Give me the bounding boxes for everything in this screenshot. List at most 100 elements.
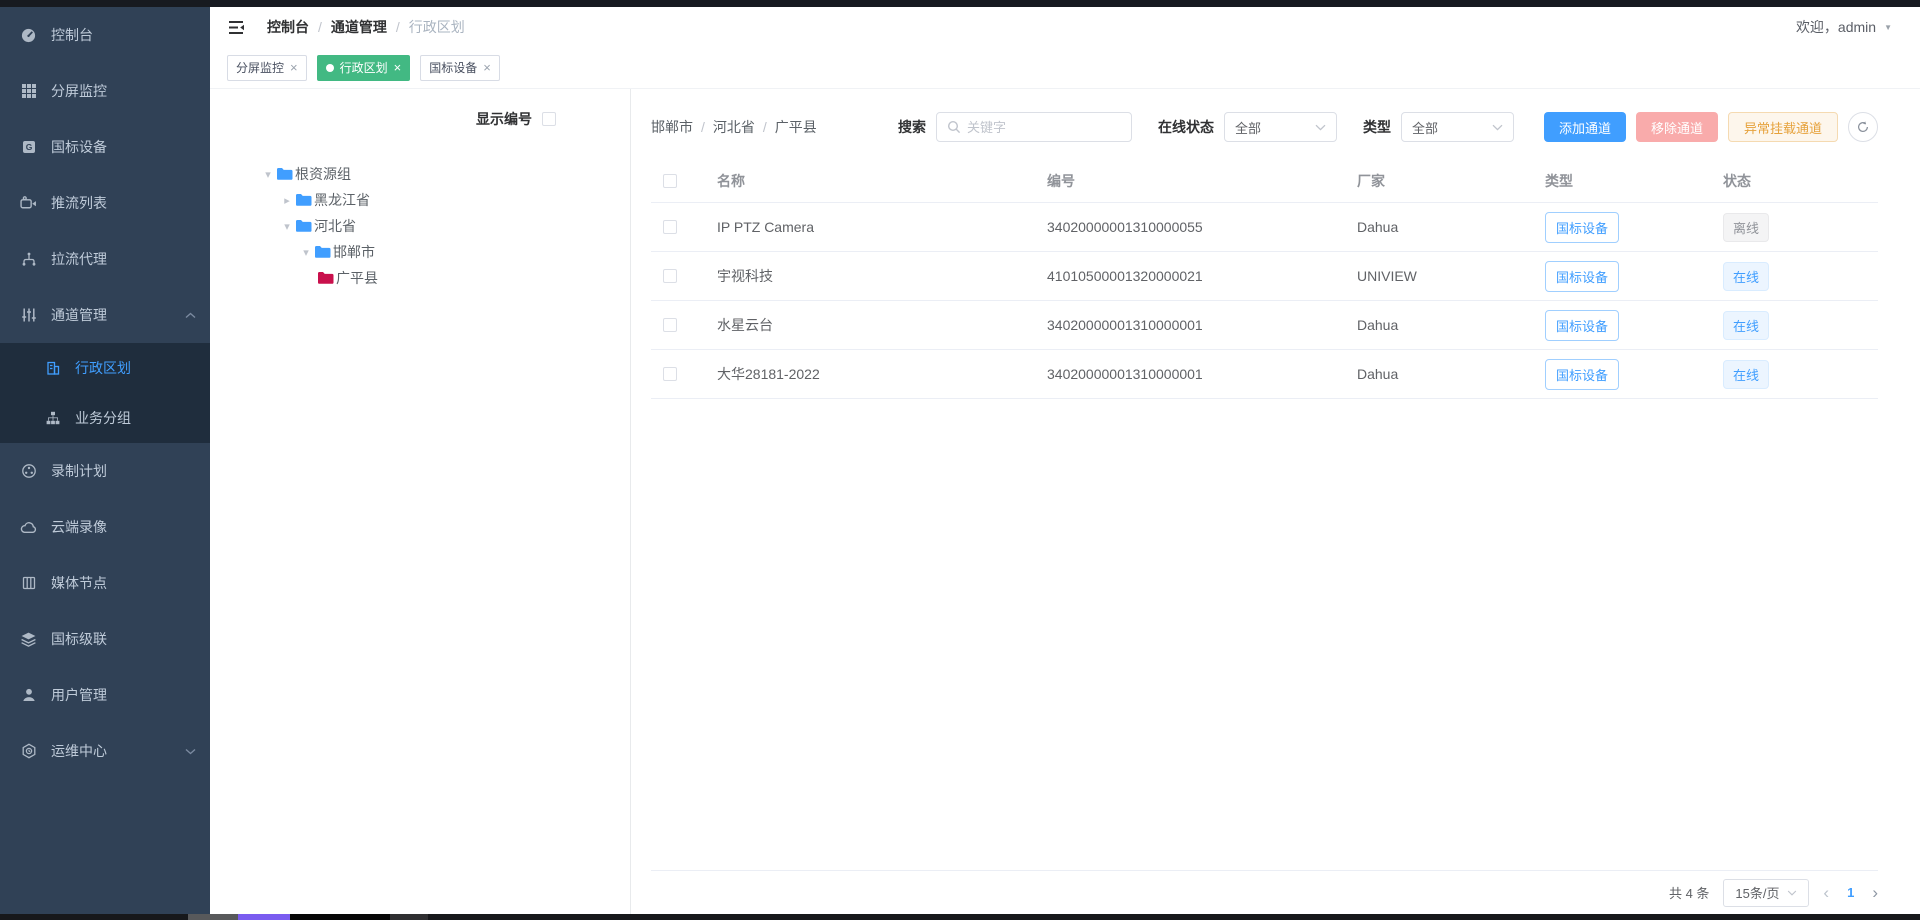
channel-name: 大华28181-2022 [717,364,1047,384]
type-select[interactable]: 全部 [1401,112,1514,142]
sidebar-item-user-manage[interactable]: 用户管理 [0,667,210,723]
column-header: 类型 [1545,171,1723,191]
online-status-select[interactable]: 全部 [1224,112,1337,142]
breadcrumb-item[interactable]: 通道管理 [331,17,387,37]
show-number-checkbox[interactable] [542,112,556,126]
folder-icon [314,245,331,259]
caret-down-icon[interactable]: ▾ [298,246,314,259]
sidebar-item-label: 国标级联 [51,629,107,649]
collapse-sidebar-icon[interactable] [228,20,245,35]
tree-node-hebei[interactable]: ▾ 河北省 [210,213,630,239]
breadcrumb-separator: / [763,119,767,135]
location-crumb[interactable]: 邯郸市 [651,117,693,137]
sidebar-item-console[interactable]: 控制台 [0,7,210,63]
row-checkbox[interactable] [663,269,677,283]
media-node-icon [20,575,37,592]
select-all-checkbox[interactable] [663,174,677,188]
refresh-button[interactable] [1848,112,1878,142]
sidebar-item-pull-proxy[interactable]: 拉流代理 [0,231,210,287]
sidebar-item-record-plan[interactable]: 录制计划 [0,443,210,499]
sidebar-item-label: 通道管理 [51,305,107,325]
folder-icon [276,167,293,181]
abnormal-mount-channel-button[interactable]: 异常挂载通道 [1728,112,1838,142]
table-row[interactable]: IP PTZ Camera 34020000001310000055 Dahua… [651,203,1878,252]
remove-channel-button[interactable]: 移除通道 [1636,112,1718,142]
close-icon[interactable]: × [290,61,298,74]
grid-icon [20,83,37,100]
channel-vendor: Dahua [1357,219,1545,235]
search-label: 搜索 [898,117,926,137]
sidebar-item-ops-center[interactable]: 运维中心 [0,723,210,779]
tree-node-label: 根资源组 [295,164,351,184]
row-checkbox[interactable] [663,318,677,332]
search-input[interactable] [967,120,1121,135]
tree-node-root[interactable]: ▾ 根资源组 [210,161,630,187]
caret-right-icon[interactable]: ▸ [279,194,295,207]
channel-code: 34020000001310000055 [1047,219,1357,235]
online-status-label: 在线状态 [1158,117,1214,137]
sidebar-item-label: 国标设备 [51,137,107,157]
breadcrumb-separator: / [396,19,400,35]
tab-admin-division[interactable]: 行政区划 × [317,55,411,81]
dashboard-icon [20,27,37,44]
sidebar-item-cloud-record[interactable]: 云端录像 [0,499,210,555]
caret-down-icon[interactable]: ▾ [279,220,295,233]
sidebar-item-gb-device[interactable]: G 国标设备 [0,119,210,175]
record-plan-icon [20,463,37,480]
sidebar-item-split-screen[interactable]: 分屏监控 [0,63,210,119]
user-menu[interactable]: 欢迎，admin ▼ [1796,17,1892,37]
user-manage-icon [20,687,37,704]
location-crumb[interactable]: 河北省 [713,117,755,137]
tab-gb-device[interactable]: 国标设备 × [420,55,500,81]
sidebar-item-admin-division[interactable]: 行政区划 [0,343,210,393]
tree-node-heilongjiang[interactable]: ▸ 黑龙江省 [210,187,630,213]
row-checkbox[interactable] [663,367,677,381]
channel-type-tag[interactable]: 国标设备 [1545,212,1619,243]
close-icon[interactable]: × [483,61,491,74]
sidebar-item-business-group[interactable]: 业务分组 [0,393,210,443]
table-row[interactable]: 宇视科技 41010500001320000021 UNIVIEW 国标设备 在… [651,252,1878,301]
tree-node-guangping-selected[interactable]: 广平县 [210,265,630,291]
sidebar-item-label: 运维中心 [51,741,107,761]
tab-split-screen[interactable]: 分屏监控 × [227,55,307,81]
row-checkbox[interactable] [663,220,677,234]
column-header: 编号 [1047,171,1357,191]
breadcrumb-item[interactable]: 控制台 [267,17,309,37]
channel-type-tag[interactable]: 国标设备 [1545,310,1619,341]
table-header-row: 名称 编号 厂家 类型 状态 [651,159,1878,203]
select-value: 全部 [1235,118,1261,137]
tree-node-handan[interactable]: ▾ 邯郸市 [210,239,630,265]
channel-name: 水星云台 [717,315,1047,335]
search-group: 搜索 [898,112,1132,142]
caret-down-icon: ▼ [1884,23,1892,32]
prev-page-button[interactable]: ‹ [1823,883,1829,903]
channel-type-tag[interactable]: 国标设备 [1545,359,1619,390]
channel-type-tag[interactable]: 国标设备 [1545,261,1619,292]
window-top-edge [0,0,1920,7]
folder-icon [317,271,334,285]
sidebar-item-label: 云端录像 [51,517,107,537]
table-row[interactable]: 水星云台 34020000001310000001 Dahua 国标设备 在线 [651,301,1878,350]
channel-vendor: UNIVIEW [1357,268,1545,284]
next-page-button[interactable]: › [1872,883,1878,903]
channel-manage-submenu: 行政区划 业务分组 [0,343,210,443]
channel-list-panel: 邯郸市 / 河北省 / 广平县 搜索 在线状态 全部 [632,89,1920,914]
table-row[interactable]: 大华28181-2022 34020000001310000001 Dahua … [651,350,1878,399]
sidebar-item-push-stream[interactable]: 推流列表 [0,175,210,231]
current-page[interactable]: 1 [1843,885,1858,900]
close-icon[interactable]: × [394,61,402,74]
toolbar: 邯郸市 / 河北省 / 广平县 搜索 在线状态 全部 [651,111,1878,143]
sidebar-item-media-node[interactable]: 媒体节点 [0,555,210,611]
sidebar-item-gb-cascade[interactable]: 国标级联 [0,611,210,667]
location-crumb-current: 广平县 [775,117,817,137]
caret-down-icon[interactable]: ▾ [260,168,276,181]
type-label: 类型 [1363,117,1391,137]
active-dot [326,64,334,72]
region-tree-panel: 显示编号 ▾ 根资源组 ▸ 黑龙江省 ▾ 河北省 ▾ [210,89,631,914]
channel-vendor: Dahua [1357,317,1545,333]
add-channel-button[interactable]: 添加通道 [1544,112,1626,142]
page-size-select[interactable]: 15条/页 [1723,879,1809,907]
column-header: 状态 [1723,171,1878,191]
type-filter-group: 类型 全部 [1363,112,1514,142]
sidebar-item-channel-manage[interactable]: 通道管理 [0,287,210,343]
